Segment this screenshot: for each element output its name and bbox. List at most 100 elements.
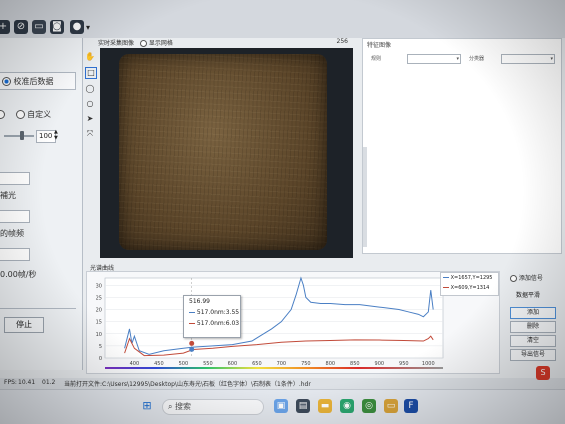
file-explorer-icon[interactable]: ▬ [318,399,332,413]
frame-value[interactable] [0,210,30,223]
clear-button[interactable]: 清空 [510,335,556,347]
app-icon[interactable]: ▣ [274,399,288,413]
chrome-icon[interactable]: ◎ [362,399,376,413]
status-fps: 10.41 [18,379,36,386]
add-icon[interactable]: + [0,20,10,34]
y-tick-label: 5 [99,344,102,350]
scrollbar[interactable] [363,147,367,247]
x-tick-label: 1000 [422,361,435,367]
show-grid-radio-icon[interactable] [139,40,147,47]
x-tick-label: 900 [375,361,385,367]
tooltip-swatch-blue [189,312,195,313]
tooltip-row: 517.0nm:3.55 [184,307,240,318]
fit-screen-icon[interactable]: ⤧ [85,129,95,139]
frame-label: 的帧频 [0,229,24,238]
slider-handle[interactable] [20,131,24,140]
x-tick-label: 850 [350,361,360,367]
left-settings-panel: 校准后数据 自定义 100 ▲ ▼ 補光 的帧频 0.00帧/秒 停止 [0,38,83,370]
x-tick-label: 550 [203,361,213,367]
edge-icon[interactable]: ◉ [340,399,354,413]
tooltip-value: 517.0nm:6.03 [196,320,240,327]
fill-light-value[interactable] [0,172,30,185]
classifier-select[interactable]: ▾ [501,54,555,64]
dropdown-arrow-icon[interactable]: ▾ [86,23,90,32]
mode-radio[interactable]: 校准后数据 [2,76,54,87]
pointer-icon[interactable]: ➤ [85,114,95,124]
search-placeholder: 搜索 [175,402,192,411]
y-tick-label: 0 [99,356,102,362]
rate-value[interactable] [0,248,30,261]
tooltip-swatch-red [189,323,195,324]
folder-icon[interactable]: ▭ [384,399,398,413]
radio-icon[interactable] [510,275,517,282]
search-icon: ⌕ [168,402,173,411]
video-camera-icon[interactable]: ▭ [32,20,46,34]
spectral-title: 特征图像 [367,42,392,49]
x-tick-label: 950 [399,361,409,367]
mode-label: 校准后数据 [13,77,54,86]
x-tick-label: 600 [228,361,238,367]
wood-sample-image [119,54,327,250]
camera-icon[interactable]: ◙ [50,20,64,34]
custom-label: 自定义 [27,110,52,119]
windows-start-icon[interactable]: ⊞ [140,399,154,413]
taskbar: ⊞ ⌕ 搜索 ▣ ▤ ▬ ◉ ◎ ▭ F S [0,366,565,424]
export-signal-button[interactable]: 导出信号 [510,349,556,361]
drawing-tools: ✋ □ ◯ ○ ➤ ⤧ [85,52,97,142]
input-method-icon[interactable]: S [536,366,550,380]
chevron-down-icon: ▾ [456,56,459,62]
spin-arrows-icon[interactable]: ▲ ▼ [54,129,58,141]
app-f-icon[interactable]: F [404,399,418,413]
stop-button[interactable]: 停止 [4,317,44,333]
tooltip-value: 517.0nm:3.55 [196,309,240,316]
radio-icon[interactable] [0,110,5,119]
custom-radio-icon[interactable] [15,110,25,119]
radio-selected-icon[interactable] [2,77,11,86]
camera-view[interactable] [100,48,353,258]
tooltip-row: 517.0nm:6.03 [184,318,240,329]
x-tick-label: 750 [301,361,311,367]
top-toolbar: + ⊘ ▭ ◙ ● ▾ [0,0,565,38]
spectrum-chart-svg: 0 5 10 15 20 25 30 400 450 500 550 600 650 700 750 800 8… [96,276,444,369]
camera-header: 实时采集图像 显示网格 256 [98,38,356,48]
circle-select-icon[interactable]: ○ [85,99,95,109]
add-button[interactable]: 添加 [510,307,556,319]
wavelength-color-bar [105,367,443,369]
show-grid-label[interactable]: 显示网格 [149,40,173,47]
curve-controls: 添加信号 数据平滑 添加 删除 清空 导出信号 [502,270,562,370]
smooth-label[interactable]: 数据平滑 [516,290,540,299]
slider-value-field[interactable]: 100 [36,130,56,143]
rectangle-select-icon[interactable]: □ [85,67,97,79]
legend-label: X=609,Y=1314 [450,285,490,291]
y-tick-label: 15 [96,320,102,326]
rate-label: 0.00帧/秒 [0,270,37,279]
record-icon[interactable]: ● [70,20,84,34]
hand-icon[interactable]: ✋ [85,52,95,62]
legend-swatch-blue [443,277,449,278]
fill-light-label: 補光 [0,191,16,200]
screen: + ⊘ ▭ ◙ ● ▾ 校准后数据 自定义 100 ▲ ▼ 補光 的帧频 0.00… [0,0,565,424]
status-bar: FPS: 10.41 01.2 当前打开文件:C:\Users\12995\De… [0,378,565,389]
task-view-icon[interactable]: ▤ [296,399,310,413]
x-tick-label: 450 [154,361,164,367]
slider-track[interactable] [4,135,34,137]
band-select[interactable]: ▾ [407,54,461,64]
stop-icon[interactable]: ⊘ [14,20,28,34]
taskbar-search[interactable]: ⌕ 搜索 [162,399,264,415]
legend-item: X=1657,Y=1295 [441,273,498,283]
chevron-down-icon: ▾ [550,56,553,62]
y-tick-label: 10 [96,332,102,338]
band-label: 规则 [371,56,382,62]
spectrum-chart[interactable]: 0 5 10 15 20 25 30 400 450 500 550 600 650 700 750 800 8… [86,271,500,374]
delete-button[interactable]: 删除 [510,321,556,333]
x-tick-label: 500 [179,361,189,367]
x-tick-label: 650 [252,361,262,367]
cursor-point-red [189,340,195,346]
spectral-image-panel: 特征图像 规则 ▾ 分类器 ▾ [362,38,562,254]
classifier-label: 分类器 [469,56,485,62]
custom-radio[interactable]: 自定义 [0,109,51,120]
legend-swatch-red [443,287,449,288]
chart-tooltip: 516.99 517.0nm:3.55 517.0nm:6.03 [183,295,241,338]
add-signal-option[interactable]: 添加信号 [510,273,543,282]
ellipse-select-icon[interactable]: ◯ [85,84,95,94]
